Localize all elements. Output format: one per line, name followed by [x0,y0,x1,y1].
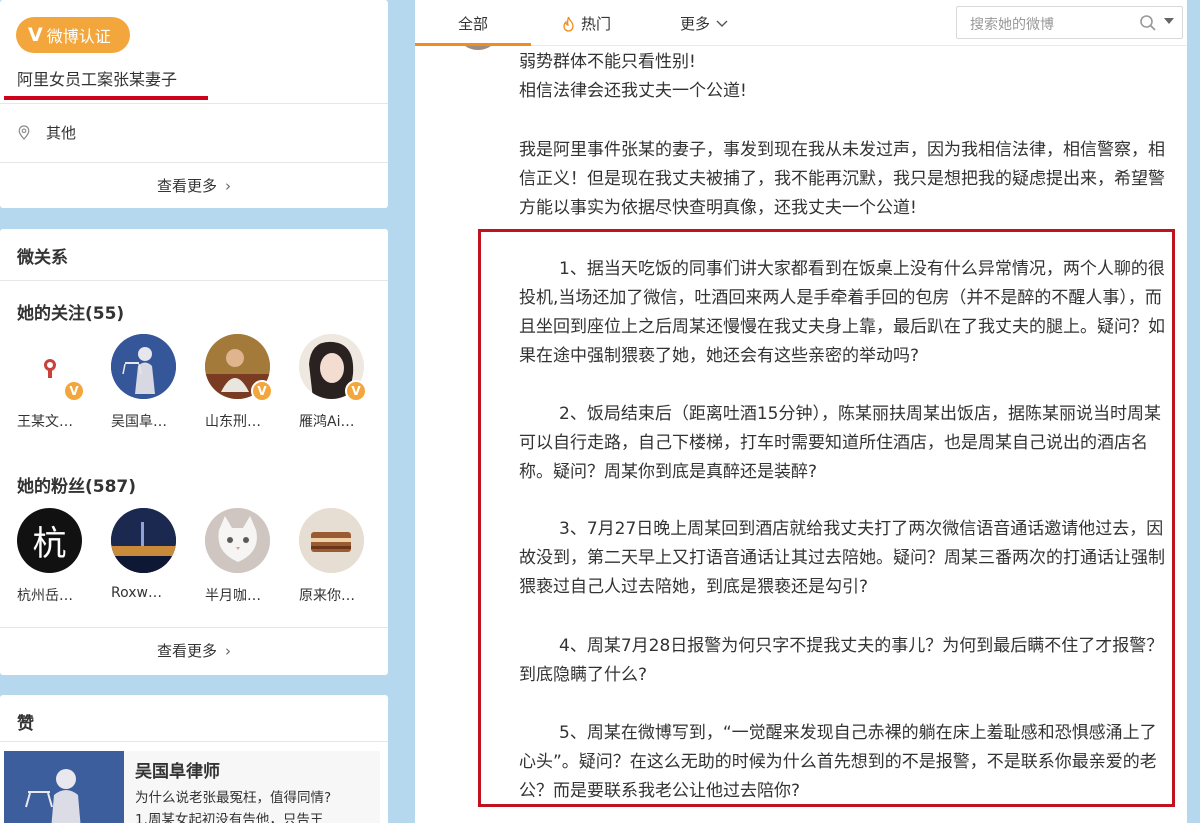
divider [0,280,388,281]
likes-title: 赞 [17,714,34,734]
post-point-text: 1、据当天吃饭的同事们讲大家都看到在饭桌上没有什么异常情况，两个人聊的很投机,当… [519,259,1165,366]
following-item[interactable]: V 王某文… [17,334,111,431]
fire-icon [563,16,574,32]
location-text: 其他 [46,124,77,142]
chevron-right-icon: › [225,177,231,195]
post-point-paragraph: 4、周某7月28日报警为何只字不提我丈夫的事儿？为何到最后瞒不住了才报警？到底隐… [519,632,1171,690]
verify-badge[interactable]: V 微博认证 [16,17,130,53]
post-line: 弱势群体不能只看性别! [519,52,696,72]
following-item[interactable]: V 山东刑… [205,334,299,431]
avatar[interactable] [111,508,176,573]
relations-see-more-link[interactable]: 查看更多 › [0,640,388,661]
following-title[interactable]: 她的关注(55) [17,299,124,324]
post-point-paragraph: 3、7月27日晚上周某回到酒店就给我丈夫打了两次微信语音通话邀请他过去，因故没到… [519,515,1171,602]
liked-post-thumbnail[interactable] [4,751,124,823]
post-point-text: 2、饭局结束后（距离吐酒15分钟），陈某丽扶周某出饭店，据陈某丽说当时周某可以自… [519,404,1161,482]
profile-see-more-link[interactable]: 查看更多 › [0,175,388,196]
tab-hot[interactable]: 热门 [562,13,611,34]
fan-name[interactable]: Roxw… [111,585,205,601]
tab-more[interactable]: 更多 [680,13,728,34]
fan-item[interactable]: 杭 杭州岳… [17,508,111,605]
verified-badge-icon: V [63,380,85,402]
following-name[interactable]: 山东刑… [205,411,299,431]
fan-name[interactable]: 杭州岳… [17,585,111,605]
see-more-label: 查看更多 [156,177,217,195]
fans-title[interactable]: 她的粉丝(587) [17,472,136,497]
likes-card: 赞 吴国阜律师 为什么说老张最冤枉，值得同情? 1.周某女起初没有告他，只告王 [0,695,388,823]
post-point-paragraph: 1、据当天吃饭的同事们讲大家都看到在饭桌上没有什么异常情况，两个人聊的很投机,当… [519,255,1171,371]
following-name[interactable]: 雁鸿Ai… [299,411,393,431]
fan-item[interactable]: 半月咖… [205,508,299,605]
liked-post-item[interactable]: 吴国阜律师 为什么说老张最冤枉，值得同情? 1.周某女起初没有告他，只告王 [4,751,380,823]
liked-post-excerpt-line: 为什么说老张最冤枉，值得同情? [135,790,332,806]
tab-all[interactable]: 全部 [458,13,488,34]
relations-card: 微关系 她的关注(55) V 王某文… 吴国阜… V 山东刑… V 雁鸿Ai… … [0,229,388,675]
tab-hot-label: 热门 [581,15,612,33]
following-name[interactable]: 吴国阜… [111,411,205,431]
following-name[interactable]: 王某文… [17,411,111,431]
fans-list: 杭 杭州岳… Roxw… 半月咖… 原来你… [17,508,393,605]
post-point-paragraph: 5、周某在微博写到，“一觉醒来发现自己赤裸的躺在床上羞耻感和恐惧感涌上了心头”。… [519,719,1171,806]
liked-post-author[interactable]: 吴国阜律师 [135,757,220,782]
avatar-glyph: 杭 [32,524,67,564]
post-point-text: 3、7月27日晚上周某回到酒店就给我丈夫打了两次微信语音通话邀请他过去，因故没到… [519,519,1165,597]
avatar[interactable] [111,334,176,399]
verified-badge-icon: V [251,380,273,402]
search-box[interactable]: 搜索她的微博 [956,6,1183,39]
search-icon[interactable] [1139,14,1157,32]
fan-item[interactable]: Roxw… [111,508,205,605]
liked-post-excerpt[interactable]: 为什么说老张最冤枉，值得同情? 1.周某女起初没有告他，只告王 [135,787,375,823]
avatar[interactable] [299,508,364,573]
verify-badge-label: 微博认证 [46,27,111,46]
post-feed-panel: 全部 热门 更多 搜索她的微博 弱势群体不能只看性别! 相信法律会还我丈夫一个公… [415,0,1187,823]
following-list: V 王某文… 吴国阜… V 山东刑… V 雁鸿Ai… [17,334,393,431]
divider [0,162,388,163]
caret-down-icon[interactable] [1163,16,1175,26]
post-intro-paragraph: 我是阿里事件张某的妻子，事发到现在我从未发过声，因为我相信法律，相信警察，相信正… [519,140,1165,218]
profile-card: V 微博认证 阿里女员工案张某妻子 其他 查看更多 › [0,0,388,208]
fan-name[interactable]: 原来你… [299,585,393,605]
fan-name[interactable]: 半月咖… [205,585,299,605]
fan-item[interactable]: 原来你… [299,508,393,605]
feed-tabs: 全部 热门 更多 搜索她的微博 [415,0,1187,46]
following-item[interactable]: V 雁鸿Ai… [299,334,393,431]
search-input[interactable]: 搜索她的微博 [970,14,1054,34]
see-more-label: 查看更多 [156,642,217,660]
following-item[interactable]: 吴国阜… [111,334,205,431]
verified-v-icon: V [28,24,43,46]
liked-post-excerpt-line: 1.周某女起初没有告他，只告王 [135,812,324,823]
avatar[interactable]: 杭 [17,508,82,573]
location-row: 其他 [18,122,76,143]
active-tab-indicator [415,43,531,46]
divider [0,627,388,628]
red-underline-annotation [4,96,208,100]
post-point-text: 5、周某在微博写到，“一觉醒来发现自己赤裸的躺在床上羞耻感和恐惧感涌上了心头”。… [519,723,1157,801]
divider [0,103,388,104]
verify-title: 阿里女员工案张某妻子 [17,70,178,89]
post-line: 相信法律会还我丈夫一个公道! [519,81,747,101]
post-point-text: 4、周某7月28日报警为何只字不提我丈夫的事儿？为何到最后瞒不住了才报警？到底隐… [519,636,1164,685]
tab-more-label: 更多 [680,15,711,33]
chevron-right-icon: › [225,642,231,660]
chevron-down-icon [716,20,728,27]
post-point-paragraph: 2、饭局结束后（距离吐酒15分钟），陈某丽扶周某出饭店，据陈某丽说当时周某可以自… [519,400,1171,487]
avatar[interactable] [205,508,270,573]
tab-all-label: 全部 [458,15,489,33]
divider [0,741,388,742]
location-pin-icon [18,125,30,140]
relations-title: 微关系 [17,248,68,268]
verified-badge-icon: V [345,380,367,402]
